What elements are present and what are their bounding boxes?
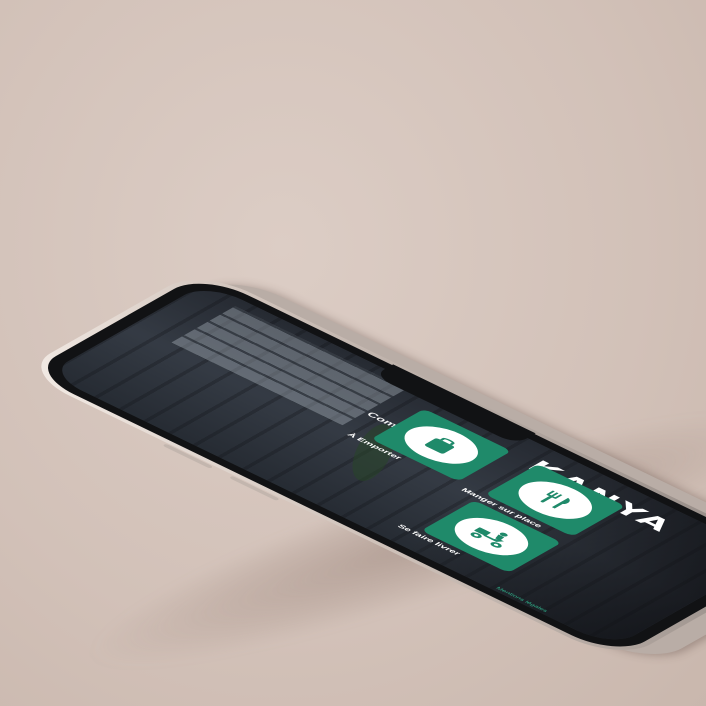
delivery-scooter-icon	[470, 527, 508, 548]
phone-mockup: KANYA Commandez	[0, 0, 706, 706]
takeaway-icon-circle	[390, 418, 492, 472]
takeaway-bag-icon	[424, 437, 455, 454]
fork-knife-icon	[540, 490, 570, 509]
mockup-background: KANYA Commandez	[0, 0, 706, 706]
phone-device: KANYA Commandez	[18, 268, 706, 662]
background-photo-window	[171, 306, 407, 426]
